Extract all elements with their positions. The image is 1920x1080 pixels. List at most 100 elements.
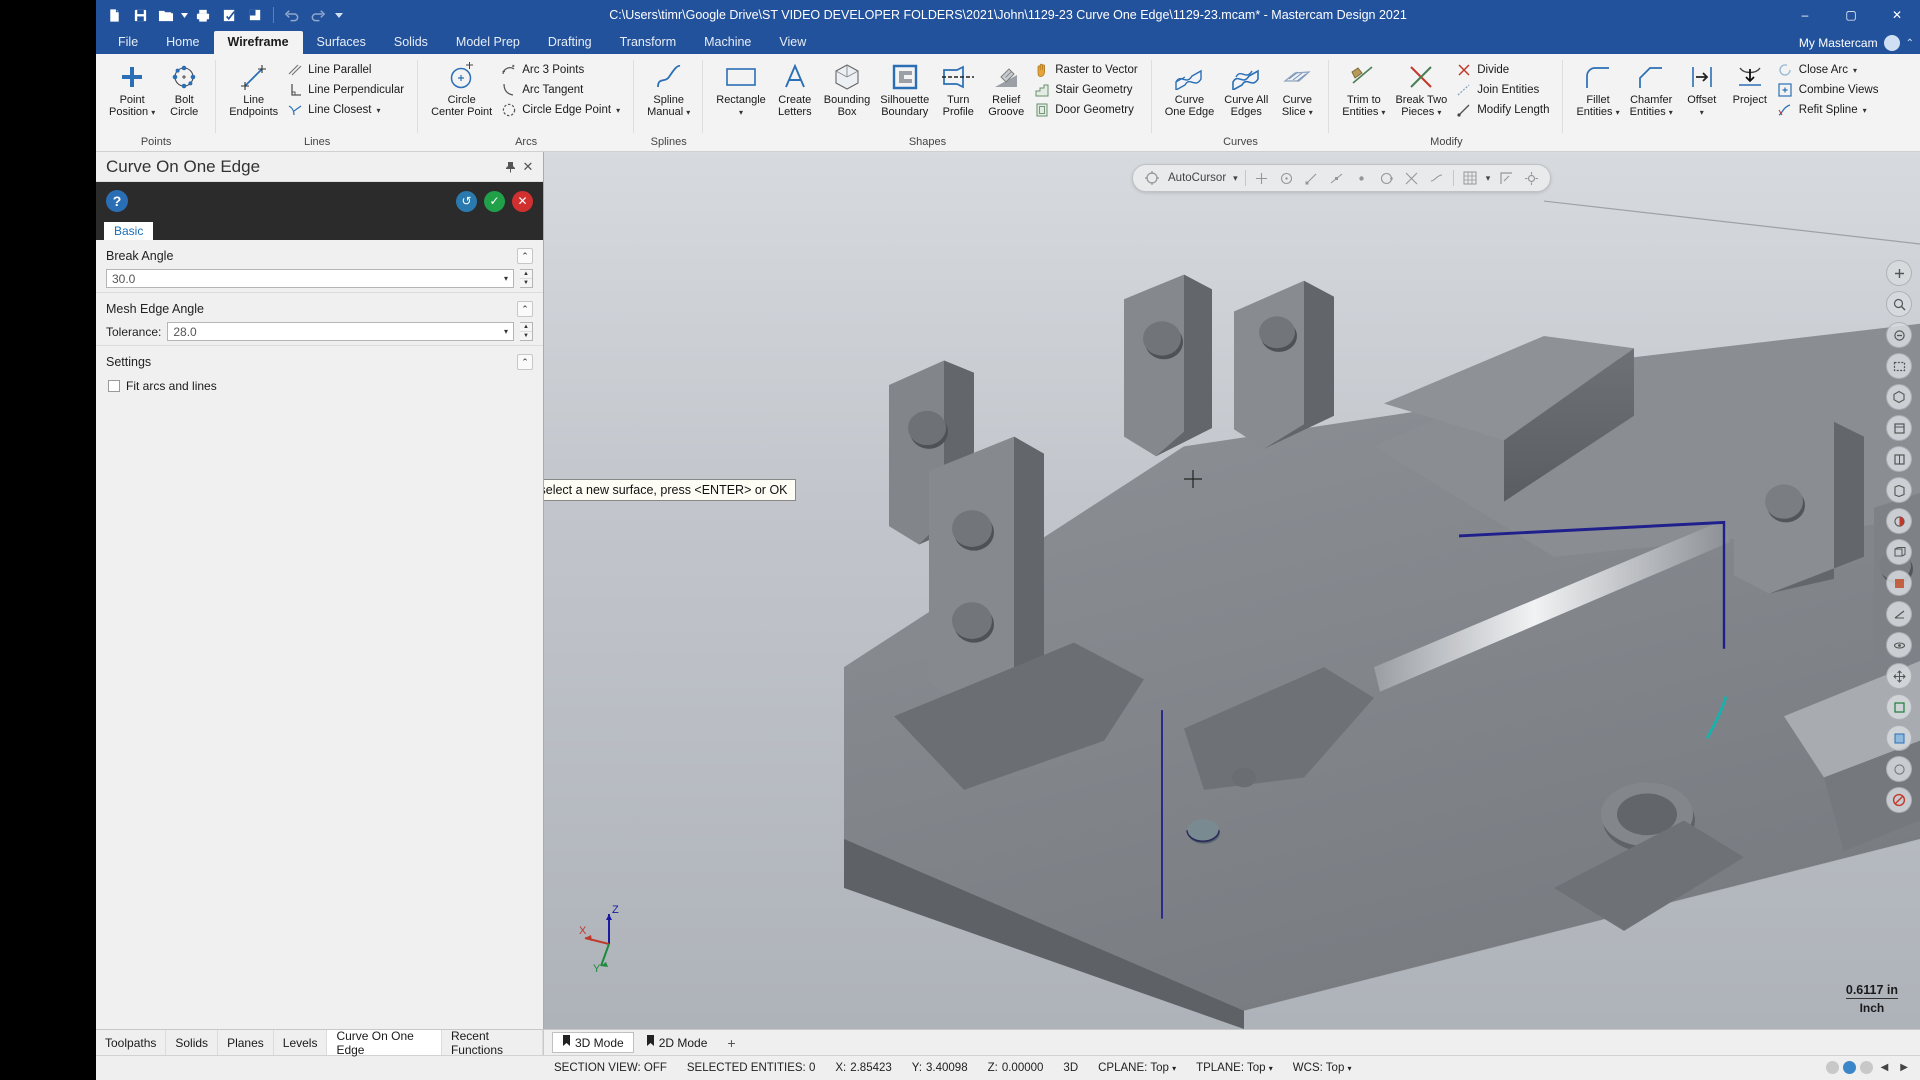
my-mastercam-link[interactable]: My Mastercam [1799,36,1878,50]
tolerance-dropdown-caret[interactable]: ▾ [499,327,513,336]
spline-manual-button[interactable]: Spline Manual ▾ [642,58,695,121]
circle-edge-point-caret[interactable]: ▾ [616,106,620,115]
bottom-tab-levels[interactable]: Levels [274,1030,328,1055]
arc-center-icon[interactable] [1278,169,1296,187]
bounding-box-button[interactable]: Bounding Box [819,58,876,120]
stair-geometry-button[interactable]: Stair Geometry [1030,80,1143,100]
graphics-viewport[interactable]: AutoCursor ▾ ▾ elect a new surface, pres… [544,152,1920,1029]
fillet-entities-button[interactable]: Fillet Entities ▾ [1571,58,1624,121]
customize-qat-caret[interactable] [332,3,345,27]
bottom-tab-toolpaths[interactable]: Toolpaths [96,1030,167,1055]
panel-close-icon[interactable]: ✕ [519,158,537,176]
fit-arcs-and-lines-checkbox[interactable] [108,380,120,392]
print-preview-icon[interactable] [217,3,241,27]
bottom-tab-recent-functions[interactable]: Recent Functions [442,1029,543,1057]
point-icon[interactable] [1353,169,1371,187]
modify-length-button[interactable]: Modify Length [1452,100,1555,120]
circle-center-point-button[interactable]: Circle Center Point [426,58,497,120]
curve-all-edges-button[interactable]: Curve All Edges [1219,58,1273,120]
pan-icon[interactable] [1886,663,1912,689]
autocursor-target-icon[interactable] [1143,169,1161,187]
reselect-button[interactable]: ↺ [456,190,477,212]
close-button[interactable]: ✕ [1874,0,1920,30]
curve-slice-button[interactable]: Curve Slice ▾ [1273,58,1321,121]
clear-colors-icon[interactable] [1886,756,1912,782]
line-endpoints-button[interactable]: Line Endpoints [224,58,283,120]
tplane-selector[interactable]: TPLANE: Top ▾ [1186,1062,1283,1074]
line-closest-caret[interactable]: ▾ [376,106,380,115]
bottom-tab-planes[interactable]: Planes [218,1030,274,1055]
arc-tangent-button[interactable]: Arc Tangent [497,80,626,100]
join-entities-button[interactable]: Join Entities [1452,80,1555,100]
tplane-caret[interactable]: ▾ [1269,1064,1273,1073]
unblank-icon[interactable] [1886,725,1912,751]
panel-pin-icon[interactable] [501,158,519,176]
break-angle-collapse-icon[interactable]: ⌃ [517,248,533,264]
open-dropdown-caret[interactable] [180,3,189,27]
unzoom-icon[interactable] [1886,322,1912,348]
mode-tab-2d[interactable]: 2D Mode [636,1032,718,1053]
blank-icon[interactable] [1886,694,1912,720]
front-view-icon[interactable] [1886,446,1912,472]
tab-transform[interactable]: Transform [606,31,691,54]
close-arc-button[interactable]: Close Arc ▾ [1774,60,1885,80]
curve-one-edge-button[interactable]: Curve One Edge [1160,58,1220,120]
cancel-button[interactable]: ✕ [512,190,533,212]
circle-edge-point-button[interactable]: Circle Edge Point ▾ [497,100,626,120]
nav-next-button[interactable]: ▶ [1896,1062,1912,1073]
help-globe-icon[interactable] [1883,35,1900,51]
bolt-circle-button[interactable]: Bolt Circle [160,58,208,120]
wcs-caret[interactable]: ▾ [1348,1064,1352,1073]
trim-to-entities-button[interactable]: Trim to Entities ▾ [1337,58,1390,121]
combine-views-button[interactable]: Combine Views [1774,80,1885,100]
origin-icon[interactable] [1253,169,1271,187]
bottom-tab-solids[interactable]: Solids [166,1030,219,1055]
tab-solids[interactable]: Solids [380,31,442,54]
tab-basic[interactable]: Basic [104,222,154,240]
silhouette-boundary-button[interactable]: Silhouette Boundary [875,58,934,120]
close-arc-caret[interactable]: ▾ [1853,66,1857,75]
tolerance-spinner[interactable]: ▲ ▼ [520,322,533,341]
relative-icon[interactable] [1497,169,1515,187]
minimize-button[interactable]: – [1782,0,1828,30]
tab-wireframe[interactable]: Wireframe [213,31,303,54]
settings-collapse-icon[interactable]: ⌃ [517,354,533,370]
undo-icon[interactable] [280,3,304,27]
fit-icon[interactable] [1886,291,1912,317]
break-two-pieces-button[interactable]: Break Two Pieces ▾ [1390,58,1452,121]
tolerance-input[interactable]: 28.0 ▾ [167,322,514,341]
open-folder-icon[interactable] [154,3,178,27]
status-indicator-1[interactable] [1825,1061,1839,1074]
mesh-edge-angle-collapse-icon[interactable]: ⌃ [517,301,533,317]
raster-to-vector-button[interactable]: Raster to Vector [1030,60,1143,80]
right-view-icon[interactable] [1886,477,1912,503]
refit-spline-caret[interactable]: ▾ [1863,106,1867,115]
autocursor-toolbar[interactable]: AutoCursor ▾ ▾ [1132,164,1552,192]
cplane-selector[interactable]: CPLANE: Top ▾ [1088,1062,1186,1074]
intersection-icon[interactable] [1403,169,1421,187]
wcs-selector[interactable]: WCS: Top ▾ [1283,1062,1362,1074]
create-letters-button[interactable]: Create Letters [771,58,819,120]
grid-icon[interactable] [1461,169,1479,187]
line-perpendicular-button[interactable]: Line Perpendicular [283,80,410,100]
break-angle-dropdown-caret[interactable]: ▾ [499,274,513,283]
status-indicator-3[interactable] [1859,1061,1873,1074]
offset-button[interactable]: Offset ▾ [1678,58,1726,121]
section-view-status[interactable]: SECTION VIEW: OFF [544,1062,677,1074]
nav-prev-button[interactable]: ◀ [1877,1062,1893,1073]
settings-icon[interactable] [1522,169,1540,187]
view-mode-toggle[interactable]: 3D [1053,1062,1088,1074]
midpoint-icon[interactable] [1328,169,1346,187]
new-file-icon[interactable] [102,3,126,27]
collapse-ribbon-caret[interactable]: ⌃ [1906,38,1914,49]
tab-view[interactable]: View [765,31,820,54]
point-position-button[interactable]: Point Position ▾ [104,58,160,121]
save-icon[interactable] [128,3,152,27]
help-icon[interactable]: ? [106,190,128,212]
break-angle-spinner[interactable]: ▲ ▼ [520,269,533,288]
zoom-window-icon[interactable] [243,3,267,27]
divide-button[interactable]: Divide [1452,60,1555,80]
line-parallel-button[interactable]: Line Parallel [283,60,410,80]
zoom-window-icon[interactable] [1886,353,1912,379]
mode-tab-3d[interactable]: 3D Mode [552,1032,634,1053]
